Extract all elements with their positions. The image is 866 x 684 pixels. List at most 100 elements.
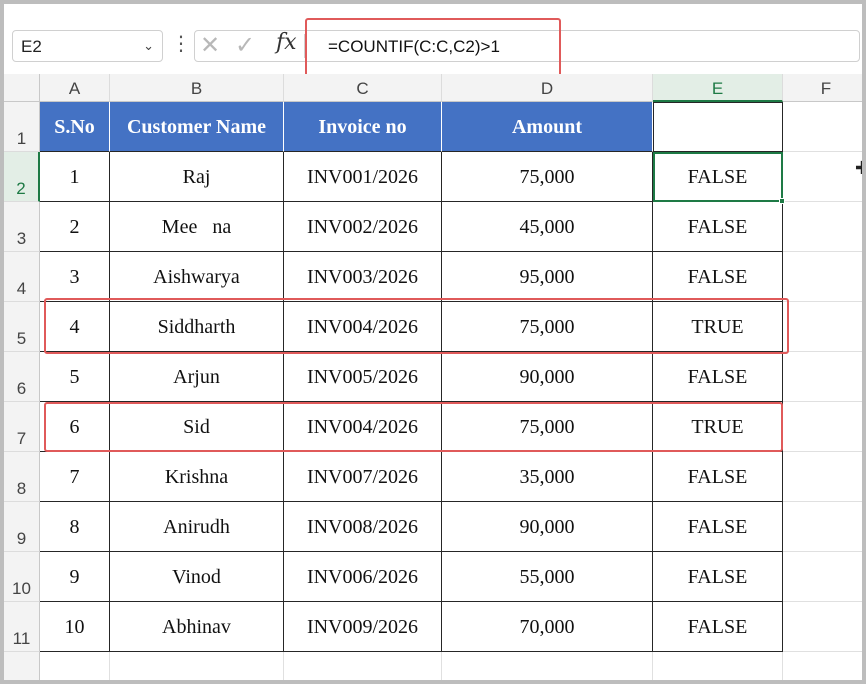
name-box-value: E2	[21, 37, 42, 56]
name-box[interactable]: E2 ⌄	[12, 30, 163, 62]
table-cell[interactable]: 10	[40, 602, 110, 652]
table-cell[interactable]: Vinod	[110, 552, 284, 602]
table-cell[interactable]: INV001/2026	[284, 152, 442, 202]
table-cell[interactable]: Krishna	[110, 452, 284, 502]
empty-cell[interactable]	[783, 352, 862, 402]
table-cell[interactable]: INV005/2026	[284, 352, 442, 402]
empty-cell[interactable]	[783, 152, 862, 202]
cancel-icon[interactable]: ✕	[200, 31, 220, 60]
row-header-8[interactable]: 8	[4, 452, 40, 502]
row-header-5[interactable]: 5	[4, 302, 40, 352]
empty-cell[interactable]	[783, 452, 862, 502]
table-cell[interactable]: 5	[40, 352, 110, 402]
row-number: 5	[16, 329, 27, 348]
table-cell[interactable]: FALSE	[653, 202, 783, 252]
table-cell[interactable]: 8	[40, 502, 110, 552]
header-cell[interactable]: Invoice no	[284, 102, 442, 152]
fill-handle[interactable]	[779, 198, 785, 204]
row-header-2[interactable]: 2	[4, 152, 40, 202]
table-cell[interactable]: 35,000	[442, 452, 653, 502]
row-number: 2	[16, 179, 26, 198]
column-header-c[interactable]: C	[284, 74, 442, 102]
column-header-a[interactable]: A	[40, 74, 110, 102]
table-cell[interactable]: Mee na	[110, 202, 284, 252]
empty-cell[interactable]	[783, 202, 862, 252]
row-header-11[interactable]: 11	[4, 602, 40, 652]
table-cell[interactable]: INV002/2026	[284, 202, 442, 252]
table-cell[interactable]: 2	[40, 202, 110, 252]
empty-cell[interactable]	[783, 652, 862, 680]
duplicate-row-highlight	[44, 402, 783, 452]
row-header-4[interactable]: 4	[4, 252, 40, 302]
duplicate-row-highlight	[44, 298, 789, 354]
more-options-icon[interactable]: ⋮	[171, 32, 191, 56]
table-cell[interactable]: 75,000	[442, 152, 653, 202]
header-cell[interactable]: Amount	[442, 102, 653, 152]
table-cell[interactable]: 90,000	[442, 502, 653, 552]
table-cell[interactable]: INV003/2026	[284, 252, 442, 302]
row-header-6[interactable]: 6	[4, 352, 40, 402]
empty-cell[interactable]	[284, 652, 442, 680]
row-number: 11	[12, 629, 31, 648]
table-cell[interactable]: INV008/2026	[284, 502, 442, 552]
table-cell[interactable]: 55,000	[442, 552, 653, 602]
column-header-e[interactable]: E	[653, 74, 783, 102]
table-cell[interactable]: FALSE	[653, 352, 783, 402]
table-cell[interactable]: FALSE	[653, 502, 783, 552]
empty-cell[interactable]	[653, 652, 783, 680]
empty-cell[interactable]	[783, 402, 862, 452]
column-header-b[interactable]: B	[110, 74, 284, 102]
table-cell[interactable]: INV009/2026	[284, 602, 442, 652]
chevron-down-icon[interactable]: ⌄	[143, 38, 154, 54]
empty-cell[interactable]	[783, 502, 862, 552]
table-cell[interactable]: INV006/2026	[284, 552, 442, 602]
empty-cell[interactable]	[783, 102, 862, 152]
table-cell[interactable]: INV007/2026	[284, 452, 442, 502]
empty-cell[interactable]	[40, 652, 110, 680]
empty-cell[interactable]	[783, 302, 862, 352]
cell-cursor-icon: ✚	[855, 158, 862, 179]
empty-cell[interactable]	[783, 252, 862, 302]
row-header-10[interactable]: 10	[4, 552, 40, 602]
row-number: 3	[16, 229, 27, 248]
table-cell[interactable]: FALSE	[653, 252, 783, 302]
table-cell[interactable]: 7	[40, 452, 110, 502]
table-cell[interactable]: FALSE	[653, 602, 783, 652]
table-cell[interactable]: 95,000	[442, 252, 653, 302]
table-cell[interactable]: Aishwarya	[110, 252, 284, 302]
empty-cell[interactable]	[110, 652, 284, 680]
header-cell[interactable]: S.No	[40, 102, 110, 152]
header-cell[interactable]	[653, 102, 783, 152]
empty-cell[interactable]	[783, 602, 862, 652]
row-header-1[interactable]: 1	[4, 102, 40, 152]
empty-cell[interactable]	[442, 652, 653, 680]
table-cell[interactable]: Anirudh	[110, 502, 284, 552]
table-cell[interactable]: FALSE	[653, 152, 783, 202]
row-number: 10	[12, 579, 31, 598]
enter-check-icon[interactable]: ✓	[235, 31, 255, 60]
table-cell[interactable]: 45,000	[442, 202, 653, 252]
row-header-7[interactable]: 7	[4, 402, 40, 452]
row-number: 8	[16, 479, 27, 498]
header-cell[interactable]: Customer Name	[110, 102, 284, 152]
table-cell[interactable]: FALSE	[653, 552, 783, 602]
empty-cell[interactable]	[783, 552, 862, 602]
column-header-f[interactable]: F	[783, 74, 862, 102]
table-cell[interactable]: 70,000	[442, 602, 653, 652]
table-cell[interactable]: 9	[40, 552, 110, 602]
row-number: 4	[16, 279, 27, 298]
table-cell[interactable]: 3	[40, 252, 110, 302]
row-number: 9	[16, 529, 27, 548]
row-number: 1	[16, 129, 27, 148]
row-header-3[interactable]: 3	[4, 202, 40, 252]
table-cell[interactable]: 1	[40, 152, 110, 202]
column-header-d[interactable]: D	[442, 74, 653, 102]
table-cell[interactable]: FALSE	[653, 452, 783, 502]
table-cell[interactable]: 90,000	[442, 352, 653, 402]
table-cell[interactable]: Raj	[110, 152, 284, 202]
row-header-9[interactable]: 9	[4, 502, 40, 552]
select-all-corner[interactable]	[4, 74, 40, 102]
table-cell[interactable]: Abhinav	[110, 602, 284, 652]
insert-function-icon[interactable]: fx	[276, 30, 297, 55]
table-cell[interactable]: Arjun	[110, 352, 284, 402]
